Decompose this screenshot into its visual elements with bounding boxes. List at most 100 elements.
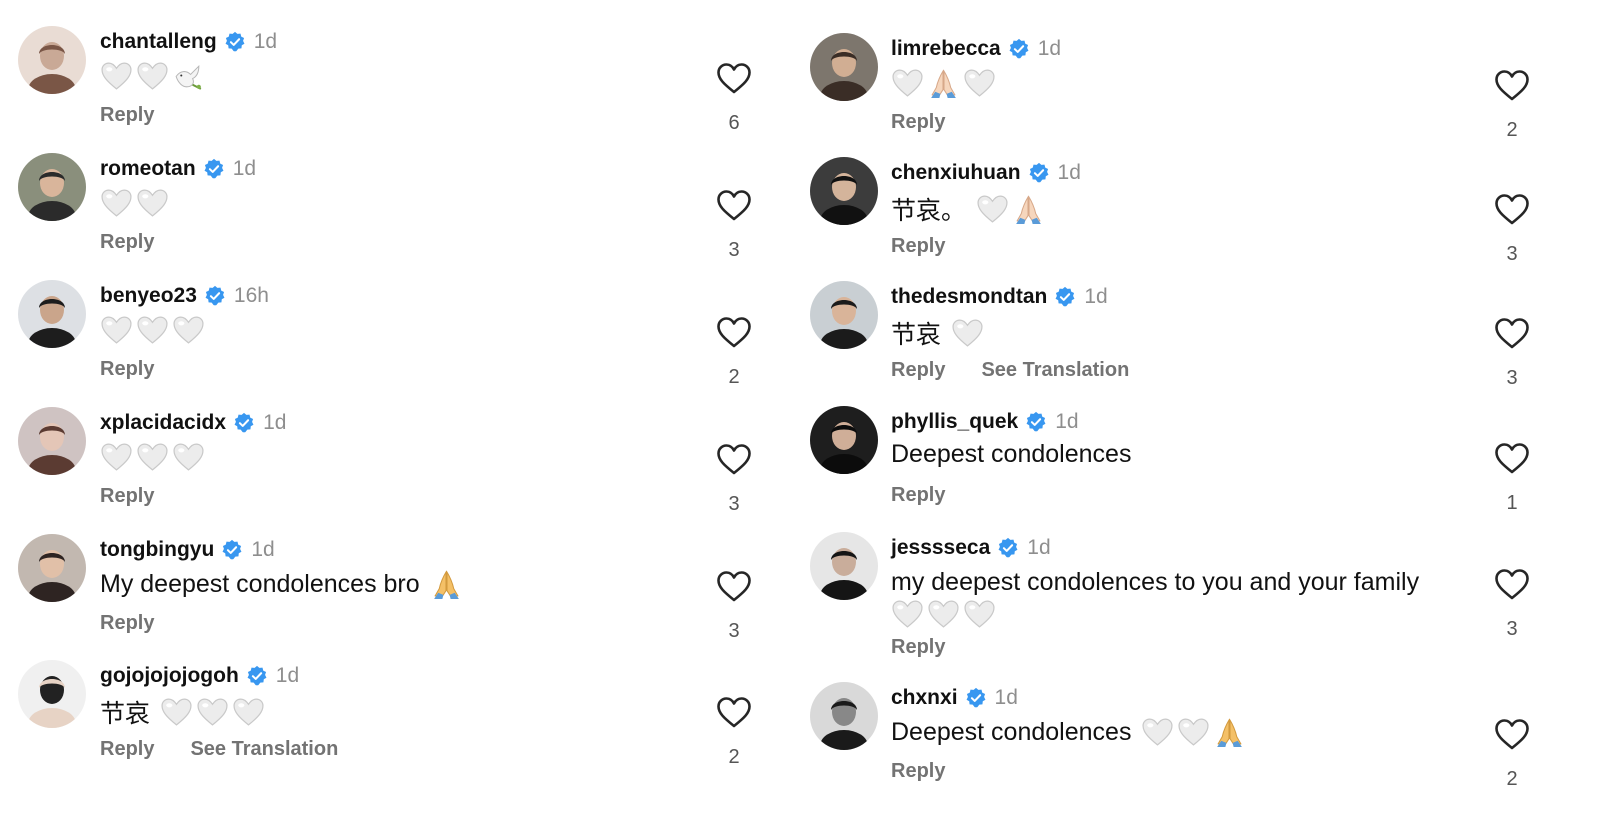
username[interactable]: jesssseca [891, 536, 990, 560]
white-heart-emoji-icon [136, 441, 169, 474]
like-heart-icon[interactable] [1494, 193, 1534, 229]
folded-hands-emoji-icon [1213, 716, 1246, 749]
like-heart-icon[interactable] [716, 570, 756, 606]
folded-hands-light-emoji-icon [927, 67, 960, 100]
comment-text [891, 67, 996, 100]
avatar[interactable] [18, 534, 86, 602]
like-heart-icon[interactable] [1494, 442, 1534, 478]
like-heart-icon[interactable] [716, 62, 756, 98]
comment-header: gojojojojogoh 1d [100, 664, 299, 688]
reply-button[interactable]: Reply [891, 484, 945, 507]
avatar[interactable] [810, 281, 878, 349]
reply-button[interactable]: Reply [100, 612, 154, 635]
emoji-group [160, 696, 265, 729]
like-heart-icon[interactable] [716, 189, 756, 225]
like-heart-icon[interactable] [716, 696, 756, 732]
username[interactable]: chantalleng [100, 30, 217, 54]
comment-text-content: Deepest condolences [891, 440, 1132, 468]
comment-actions: Reply [891, 111, 945, 134]
reply-button[interactable]: Reply [100, 358, 154, 381]
comment-text: Deepest condolences [891, 440, 1141, 469]
username[interactable]: phyllis_quek [891, 410, 1018, 434]
comment-item: chenxiuhuan 1d 节哀。 Reply 3 [810, 155, 1612, 275]
verified-badge-icon [1028, 162, 1050, 184]
white-heart-emoji-icon [136, 187, 169, 220]
avatar[interactable] [810, 33, 878, 101]
like-count: 3 [1506, 367, 1518, 389]
like-heart-icon[interactable] [1494, 718, 1534, 754]
white-heart-emoji-icon [927, 598, 960, 631]
like-count: 2 [1506, 119, 1518, 141]
white-heart-emoji-icon [100, 187, 133, 220]
comment-header: benyeo23 16h [100, 284, 269, 308]
avatar[interactable] [810, 157, 878, 225]
comment-text: 节哀 [891, 315, 984, 351]
see-translation-button[interactable]: See Translation [981, 359, 1129, 382]
comment-item: benyeo23 16h Reply 2 [0, 278, 800, 398]
comment-header: jesssseca 1d [891, 536, 1051, 560]
verified-badge-icon [965, 687, 987, 709]
emoji-group [100, 441, 205, 474]
reply-button[interactable]: Reply [100, 485, 154, 508]
avatar[interactable] [810, 406, 878, 474]
emoji-group [976, 193, 1045, 226]
verified-badge-icon [221, 539, 243, 561]
comment-header: phyllis_quek 1d [891, 410, 1079, 434]
white-heart-emoji-icon [1141, 716, 1174, 749]
see-translation-button[interactable]: See Translation [190, 738, 338, 761]
comment-actions: Reply See Translation [100, 738, 338, 761]
reply-button[interactable]: Reply [891, 636, 945, 659]
folded-hands-light-emoji-icon [1012, 193, 1045, 226]
comment-text-content: my deepest condolences to you and your f… [891, 568, 1420, 596]
emoji-group [430, 568, 463, 601]
comment-text-content: 节哀 [100, 700, 151, 728]
reply-button[interactable]: Reply [100, 104, 154, 127]
like-heart-icon[interactable] [716, 316, 756, 352]
avatar[interactable] [810, 682, 878, 750]
username[interactable]: romeotan [100, 157, 196, 181]
reply-button[interactable]: Reply [891, 359, 945, 382]
reply-button[interactable]: Reply [891, 111, 945, 134]
username[interactable]: chxnxi [891, 686, 958, 710]
username[interactable]: benyeo23 [100, 284, 197, 308]
like-count: 3 [728, 620, 740, 642]
comment-item: phyllis_quek 1d Deepest condolences Reply 1 [810, 404, 1612, 524]
white-heart-emoji-icon [196, 696, 229, 729]
username[interactable]: chenxiuhuan [891, 161, 1021, 185]
like-heart-icon[interactable] [1494, 568, 1534, 604]
white-heart-emoji-icon [951, 317, 984, 350]
comment-item: limrebecca 1d Reply 2 [810, 31, 1612, 151]
like-heart-icon[interactable] [1494, 69, 1534, 105]
verified-badge-icon [246, 665, 268, 687]
like-count: 3 [728, 239, 740, 261]
like-heart-icon[interactable] [716, 443, 756, 479]
timestamp: 1d [994, 686, 1018, 709]
timestamp: 1d [275, 664, 300, 687]
comment-text-content: My deepest condolences bro [100, 570, 420, 598]
username[interactable]: gojojojojogoh [100, 664, 239, 688]
username[interactable]: limrebecca [891, 37, 1001, 61]
avatar[interactable] [18, 660, 86, 728]
reply-button[interactable]: Reply [891, 760, 945, 783]
avatar[interactable] [18, 153, 86, 221]
white-heart-emoji-icon [172, 441, 205, 474]
emoji-group [1141, 716, 1246, 749]
comment-text: 节哀 [100, 694, 265, 730]
timestamp: 1d [232, 157, 257, 180]
reply-button[interactable]: Reply [100, 738, 154, 761]
avatar[interactable] [18, 26, 86, 94]
reply-button[interactable]: Reply [100, 231, 154, 254]
avatar[interactable] [18, 407, 86, 475]
comment-text-content: 节哀 [891, 321, 942, 349]
username[interactable]: xplacidacidx [100, 411, 226, 435]
username[interactable]: thedesmondtan [891, 285, 1047, 309]
avatar[interactable] [18, 280, 86, 348]
comment-item: romeotan 1d Reply 3 [0, 151, 800, 271]
username[interactable]: tongbingyu [100, 538, 214, 562]
verified-badge-icon [233, 412, 255, 434]
comment-actions: Reply [891, 235, 945, 258]
reply-button[interactable]: Reply [891, 235, 945, 258]
avatar[interactable] [810, 532, 878, 600]
like-heart-icon[interactable] [1494, 317, 1534, 353]
comment-item: thedesmondtan 1d 节哀 Reply See Translation 3 [810, 279, 1612, 399]
